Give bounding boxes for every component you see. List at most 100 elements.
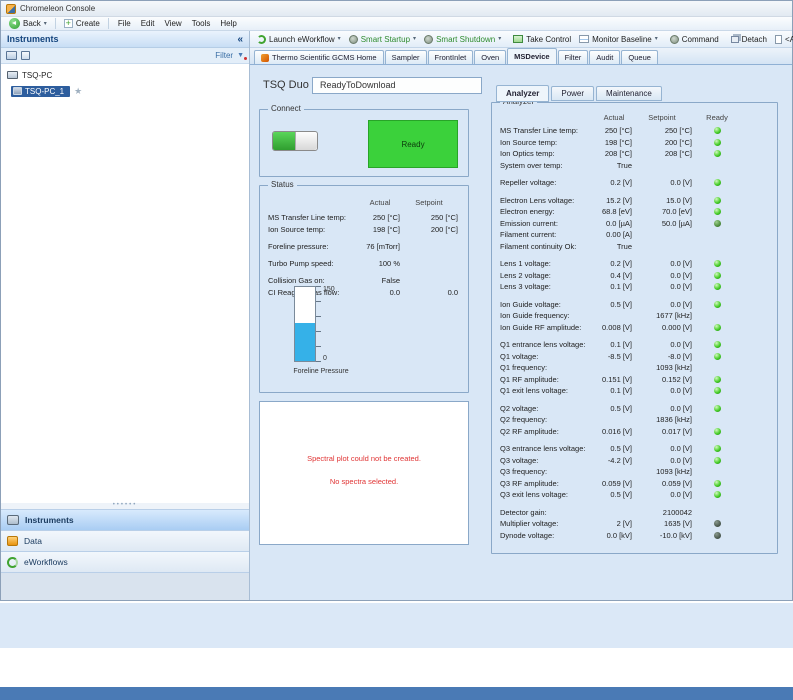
nav-icon [7,515,19,525]
spectral-error-line2: No spectra selected. [329,477,399,486]
analyzer-row-setpoint: 0.0 [V] [670,386,692,396]
sidebar-nav-item[interactable]: Data [1,530,249,551]
ready-led-icon [713,260,721,268]
screen: Chromeleon Console Back ▾ Create File Ed… [0,0,793,700]
ready-led-icon [713,456,721,464]
device-tab[interactable]: FrontInlet [427,50,474,64]
sidebar-nav-item[interactable]: Instruments [1,509,249,530]
ready-led-icon [713,479,721,487]
analyzer-row-label: Q2 voltage: [500,403,539,413]
toggle-on-track [273,132,295,150]
analyzer-row: Ion Guide frequency: 1677 [kHz] [500,310,777,322]
tree-item-tsq-pc[interactable]: TSQ-PC [1,67,249,83]
smart-startup-button[interactable]: Smart Startup ▾ [345,32,420,47]
analyzer-row-actual: 68.8 [eV] [601,207,632,217]
computer-icon [7,71,18,79]
analyzer-row-setpoint: 50.0 [µA] [661,218,692,228]
back-icon [9,18,20,29]
autogenerated-label: <Autogenerated> [785,34,793,44]
ready-led-icon [713,179,721,187]
analyzer-row: Filament continuity Ok: True [500,241,777,253]
back-label: Back [23,19,41,28]
tab-label: FrontInlet [434,53,467,62]
launch-eworkflow-button[interactable]: Launch eWorkflow ▾ [253,32,345,47]
create-label: Create [75,19,100,28]
analyzer-row-setpoint: 208 [°C] [664,149,692,159]
nav-filler [1,572,249,600]
analyzer-row: Electron energy: 68.8 [eV] 70.0 [eV] [500,206,777,218]
ready-status-indicator: Ready [368,120,458,168]
device-tab[interactable]: Filter [557,50,589,64]
menu-item[interactable]: View [160,17,187,30]
detach-button[interactable]: Detach [727,32,771,47]
menu-item[interactable]: File [113,17,136,30]
analyzer-row-ready [692,531,742,539]
analyzer-row: Multiplier voltage: 2 [V] 1635 [V] [500,518,777,530]
analyzer-row: Q3 exit lens voltage: 0.5 [V] 0.0 [V] [500,489,777,501]
analyzer-row-label: Detector gain: [500,507,547,517]
selected-tree-item[interactable]: TSQ-PC_1 [11,85,71,97]
autogenerated-selector[interactable]: <Autogenerated> [771,32,793,47]
analyzer-row-ready [692,283,742,291]
connect-group-title: Connect [268,105,304,113]
analyzer-row-label: Filament continuity Ok: [500,241,577,251]
analyzer-row-label: Electron energy: [500,207,555,217]
analyzer-row-ready [692,150,742,158]
analyzer-row-setpoint: 2100042 [662,507,692,517]
analyzer-row-actual: True [616,241,632,251]
analyzer-header-ready: Ready [706,113,728,122]
sidebar-nav-item[interactable]: eWorkflows [1,551,249,572]
panel-header: Instruments « [1,31,249,48]
status-row-actual: 250 [°C] [372,212,400,222]
filter-label[interactable]: Filter [215,51,233,60]
analyzer-tab[interactable]: Power [551,86,595,101]
device-tab[interactable]: MSDevice [507,48,557,64]
monitor-baseline-label: Monitor Baseline [592,34,652,44]
take-control-button[interactable]: Take Control [509,32,575,47]
smart-shutdown-button[interactable]: Smart Shutdown ▾ [420,32,505,47]
chevron-down-icon: ▾ [654,36,658,42]
menu-item[interactable]: Help [215,17,241,30]
analyzer-row-setpoint: 1093 [kHz] [656,467,692,477]
analyzer-tab[interactable]: Analyzer [496,85,550,102]
status-row-actual: False [381,275,400,285]
analyzer-column-headers: Actual Setpoint Ready [492,113,777,122]
device-tab[interactable]: Queue [621,50,658,64]
status-header-setpoint: Setpoint [415,198,443,207]
nav-icon [7,556,18,568]
analyzer-row-actual: 250 [°C] [604,126,632,136]
analyzer-row-setpoint: 70.0 [eV] [661,207,692,217]
filter-funnel-icon[interactable]: ▼ [237,52,247,60]
menu-item[interactable]: Edit [136,17,160,30]
device-tab[interactable]: Oven [474,50,507,64]
status-row-setpoint: 0.0 [447,287,458,297]
analyzer-tab[interactable]: Maintenance [596,86,662,101]
device-tab[interactable]: Thermo Scientific GCMS Home [254,50,384,64]
connect-toggle[interactable] [272,131,318,151]
device-tab[interactable]: Audit [589,50,621,64]
gauge-max-label: 150 [323,286,335,293]
collapse-panel-button[interactable]: « [237,34,243,45]
analyzer-row-ready [692,312,742,319]
analyzer-row-label: Q2 frequency: [500,415,548,425]
favorite-star-icon[interactable]: ★ [74,86,82,96]
tree-item-tsq-pc-1[interactable]: TSQ-PC_1 ★ [1,83,249,99]
analyzer-row-actual: 208 [°C] [604,149,632,159]
status-group-title: Status [268,181,297,189]
analyzer-row: Q3 frequency: 1093 [kHz] [500,466,777,478]
monitor-baseline-button[interactable]: Monitor Baseline ▾ [575,32,662,47]
create-button[interactable]: Create [60,17,104,30]
analyzer-row-ready [692,509,742,516]
connect-group: Connect Ready [259,105,469,177]
computer-view-icon[interactable] [6,51,17,60]
command-button[interactable]: Command [666,32,723,47]
status-rows: MS Transfer Line temp: 250 [°C] 250 [°C]… [260,211,468,298]
analyzer-row: Q1 RF amplitude: 0.151 [V] 0.152 [V] [500,374,777,386]
analyzer-row-setpoint: 0.0 [V] [670,403,692,413]
device-tab[interactable]: Sampler [384,50,427,64]
menu-item[interactable]: Tools [187,17,216,30]
list-view-icon[interactable] [21,51,30,60]
back-button[interactable]: Back ▾ [5,17,51,30]
toggle-knob[interactable] [295,132,317,150]
ready-led-icon [713,196,721,204]
